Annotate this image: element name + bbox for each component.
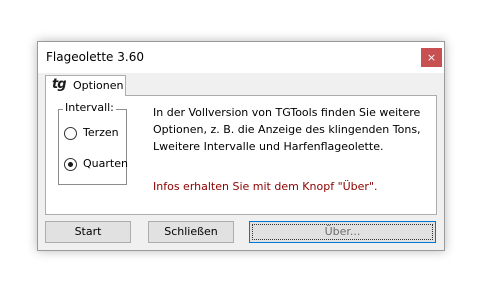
window-title: Flageolette 3.60 bbox=[46, 50, 144, 64]
radio-label-quarten: Quarten bbox=[83, 157, 128, 170]
info-line-3: Lweitere Intervalle und Harfenflageolett… bbox=[153, 140, 384, 153]
radio-circle[interactable] bbox=[64, 127, 77, 140]
tab-optionen[interactable]: tg Optionen bbox=[45, 75, 126, 96]
interval-group-label: Intervall: bbox=[63, 101, 116, 114]
dialog-window: Flageolette 3.60 × tg Optionen Intervall… bbox=[37, 41, 445, 251]
tab-label: Optionen bbox=[73, 79, 124, 92]
radio-label-terzen: Terzen bbox=[83, 126, 119, 139]
start-button[interactable]: Start bbox=[45, 221, 131, 243]
info-line-2: Optionen, z. B. die Anzeige des klingend… bbox=[153, 123, 421, 136]
focus-ring bbox=[252, 224, 433, 240]
close-button-label: Schließen bbox=[164, 225, 218, 238]
options-panel: Intervall: Terzen Quarten In der Vollver… bbox=[45, 95, 437, 215]
tgtools-logo-icon: tg bbox=[52, 77, 66, 92]
close-button[interactable]: Schließen bbox=[148, 221, 234, 243]
radio-selected-dot bbox=[68, 162, 73, 167]
info-line-1: In der Vollversion von TGTools finden Si… bbox=[153, 106, 421, 119]
interval-groupbox: Intervall: Terzen Quarten bbox=[58, 101, 128, 185]
start-button-label: Start bbox=[74, 225, 102, 238]
about-button[interactable]: Über... bbox=[249, 221, 436, 243]
radio-circle[interactable] bbox=[64, 158, 77, 171]
info-text: In der Vollversion von TGTools finden Si… bbox=[153, 104, 429, 155]
title-bar[interactable]: Flageolette 3.60 × bbox=[38, 42, 444, 73]
info-notice: Infos erhalten Sie mit dem Knopf "Über". bbox=[153, 180, 378, 193]
close-window-button[interactable]: × bbox=[421, 48, 442, 67]
